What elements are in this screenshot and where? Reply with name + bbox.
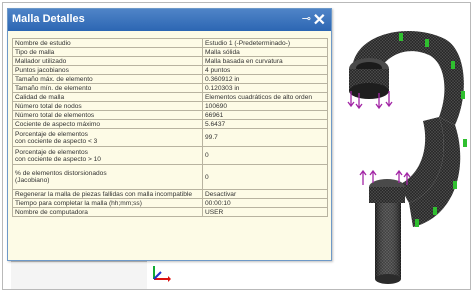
table-row: Número total de nodos 100690 <box>12 101 328 111</box>
table-row: Tiempo para completar la malla (hh;mm;ss… <box>12 198 328 208</box>
table-row: Puntos jacobianos 4 puntos <box>12 65 328 75</box>
row-label: Tamaño mín. de elemento <box>12 83 203 93</box>
table-row: Regenerar la malla de piezas fallidas co… <box>12 189 328 199</box>
table-row: Nombre de estudio Estudio 1 (-Predetermin… <box>12 38 328 48</box>
table-row: Tamaño mín. de elemento 0.120303 in <box>12 83 328 93</box>
row-value: Elementos cuadráticos de alto orden <box>202 92 328 102</box>
dialog-titlebar[interactable]: Malla Detalles ⊸ ✕ <box>8 9 331 31</box>
row-value: 4 puntos <box>202 65 328 75</box>
mesh-details-dialog[interactable]: Malla Detalles ⊸ ✕ Nombre de estudio Estu… <box>7 8 332 261</box>
meshed-hook-model[interactable] <box>333 21 471 287</box>
row-label: Número total de nodos <box>12 101 203 111</box>
row-value: 0 <box>202 146 328 165</box>
row-value: 0.120303 in <box>202 83 328 93</box>
mesh-details-table: Nombre de estudio Estudio 1 (-Predetermin… <box>12 38 328 217</box>
table-row: Tipo de malla Malla sólida <box>12 47 328 57</box>
table-row: Tamaño máx. de elemento 0.360912 in <box>12 74 328 84</box>
row-label: Nombre de estudio <box>12 38 203 48</box>
row-label: Tiempo para completar la malla (hh;mm;ss… <box>12 198 203 208</box>
row-label: Número total de elementos <box>12 110 203 120</box>
table-row: Número total de elementos 66961 <box>12 110 328 120</box>
pin-icon[interactable]: ⊸ <box>302 12 311 25</box>
row-value: USER <box>202 207 328 217</box>
close-icon[interactable]: ✕ <box>313 10 326 30</box>
table-row: Cociente de aspecto máximo 5.6437 <box>12 119 328 129</box>
row-label: Cociente de aspecto máximo <box>12 119 203 129</box>
row-label: % de elementos distorsionados (Jacobiano… <box>12 164 203 190</box>
feature-tree-panel[interactable] <box>11 261 147 289</box>
row-value: Malla basada en curvatura <box>202 56 328 66</box>
row-label: Puntos jacobianos <box>12 65 203 75</box>
row-label: Porcentaje de elementos con cociente de … <box>12 146 203 165</box>
row-label: Nombre de computadora <box>12 207 203 217</box>
table-row: Mallador utilizado Malla basada en curvat… <box>12 56 328 66</box>
row-value: 0.360912 in <box>202 74 328 84</box>
row-value: 5.6437 <box>202 119 328 129</box>
row-value: 00:00:10 <box>202 198 328 208</box>
row-value: Estudio 1 (-Predeterminado-) <box>202 38 328 48</box>
row-value: 66961 <box>202 110 328 120</box>
row-value: 99.7 <box>202 128 328 147</box>
row-label: Tamaño máx. de elemento <box>12 74 203 84</box>
row-label: Porcentaje de elementos con cociente de … <box>12 128 203 147</box>
table-row: Porcentaje de elementos con cociente de … <box>12 128 328 147</box>
table-row: Porcentaje de elementos con cociente de … <box>12 146 328 165</box>
row-label: Mallador utilizado <box>12 56 203 66</box>
table-row: Calidad de malla Elementos cuadráticos de… <box>12 92 328 102</box>
row-value: 0 <box>202 164 328 190</box>
row-value: 100690 <box>202 101 328 111</box>
dialog-title: Malla Detalles <box>12 13 85 25</box>
application-window: Malla Detalles ⊸ ✕ Nombre de estudio Estu… <box>2 2 471 290</box>
row-value: Malla sólida <box>202 47 328 57</box>
row-label: Tipo de malla <box>12 47 203 57</box>
table-row: % de elementos distorsionados (Jacobiano… <box>12 164 328 190</box>
table-row: Nombre de computadora USER <box>12 207 328 217</box>
row-value: Desactivar <box>202 189 328 199</box>
row-label: Regenerar la malla de piezas fallidas co… <box>12 189 203 199</box>
axis-triad-icon <box>153 266 171 282</box>
row-label: Calidad de malla <box>12 92 203 102</box>
